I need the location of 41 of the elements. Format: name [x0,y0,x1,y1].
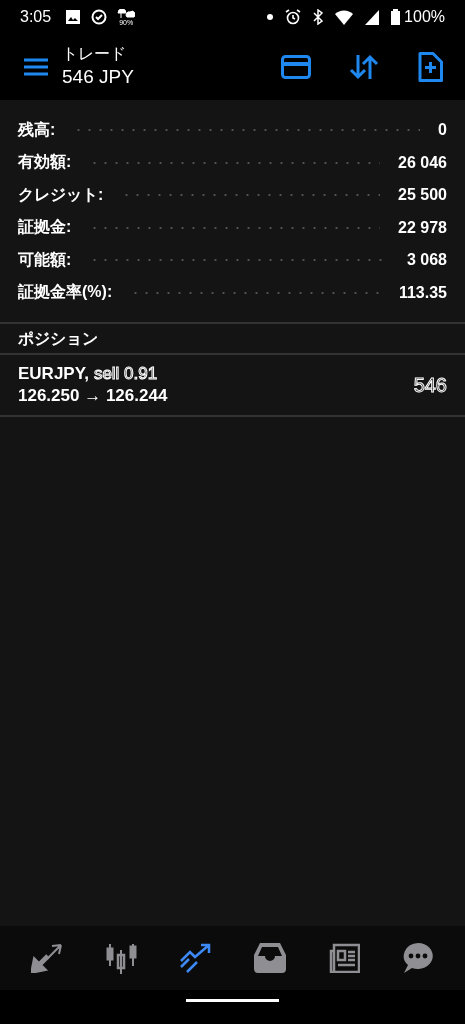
menu-icon [24,58,48,76]
signal-icon [365,9,380,25]
chat-bubble-icon [402,942,435,974]
section-header: ポジション [0,322,465,355]
account-value: 26 046 [398,153,447,172]
account-label: クレジット: [18,184,104,205]
wifi-icon [335,9,354,25]
account-label: 可能額: [18,249,72,270]
up-down-arrows-icon [349,54,379,80]
account-balance: 546 JPY [62,65,134,89]
check-circle-icon [91,9,108,25]
account-value: 25 500 [398,186,447,205]
alarm-clock-icon [285,9,302,25]
account-label: 有効額: [18,152,72,173]
bluetooth-icon [313,9,324,25]
status-time: 3:05 [20,8,52,26]
trend-arrow-icon [178,943,213,973]
credit-card-icon [281,55,311,79]
inbox-tray-icon [254,943,287,973]
account-label: 証拠金: [18,217,72,238]
position-prices: 126.250 → 126.244 [18,385,169,407]
account-value: 113.35 [398,283,447,302]
battery-icon [391,9,401,25]
document-plus-icon [417,52,443,82]
diagonal-arrows-icon [30,943,63,973]
position-profit: 546 [413,373,447,397]
newspaper-icon [328,943,361,973]
weather-icon [117,8,136,19]
position-side: sell 0.91 [93,363,158,385]
account-value: 3 068 [406,251,447,270]
account-value: 22 978 [398,218,447,237]
account-value: 0 [438,121,447,140]
account-label: 証拠金率(%): [18,282,113,303]
image-icon [65,9,82,25]
candlestick-icon [104,942,137,974]
screen-title: トレード [62,44,127,64]
menu-button[interactable] [22,56,50,78]
notification-dot-icon [267,14,274,20]
account-label: 残高: [18,119,56,140]
battery-percent: 100% [404,8,445,26]
position-symbol: EURJPY, [18,363,89,385]
